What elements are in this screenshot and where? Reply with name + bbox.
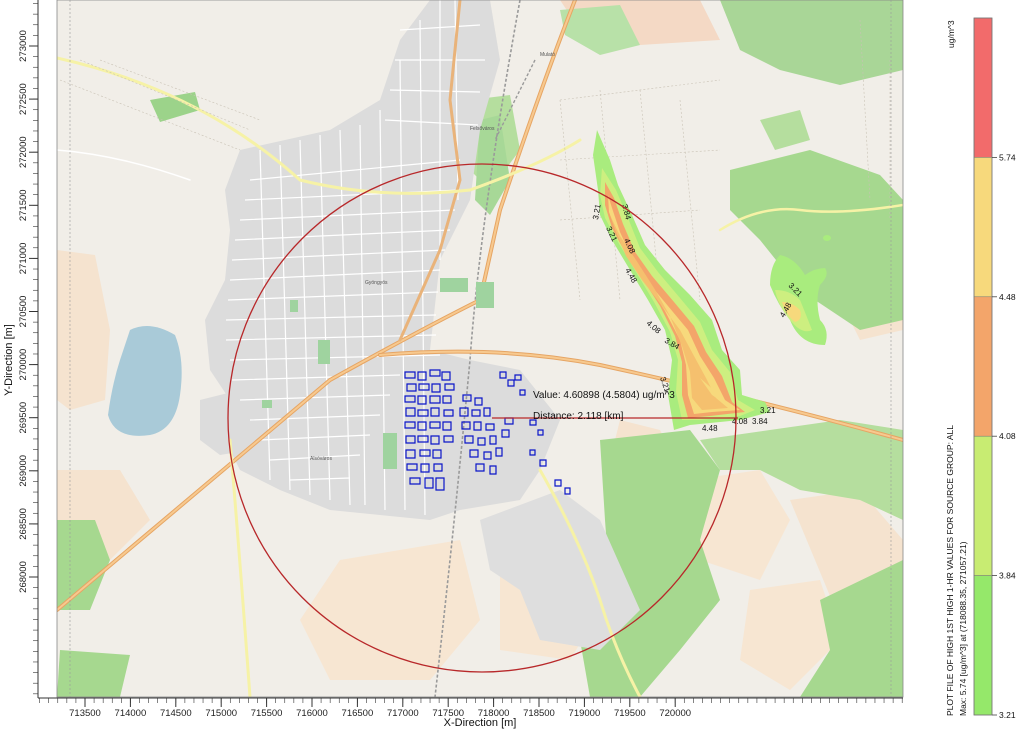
x-tick-label: 716000 xyxy=(296,708,328,719)
x-tick-label: 720000 xyxy=(659,708,691,719)
y-tick-label: 271500 xyxy=(18,189,29,221)
y-tick-label: 271000 xyxy=(18,243,29,275)
legend-title: PLOT FILE OF HIGH 1ST HIGH 1-HR VALUES F… xyxy=(945,425,955,716)
y-tick-label: 272500 xyxy=(18,83,29,115)
town-label-gyongyos: Gyöngyös xyxy=(365,280,388,286)
town-label-mulato: Mulató xyxy=(540,52,555,58)
x-tick-label: 714500 xyxy=(160,708,192,719)
x-tick-label: 715500 xyxy=(251,708,283,719)
contour-label-321-d: 3.21 xyxy=(760,406,776,415)
legend-level-label: 4.08 xyxy=(999,431,1016,441)
x-tick-label: 719500 xyxy=(614,708,646,719)
legend-level-label: 3.84 xyxy=(999,571,1016,581)
y-tick-label: 273000 xyxy=(18,30,29,62)
town-label-alsovaros: Alsóváros xyxy=(310,456,332,462)
legend-max: Max: 5.74 [ug/m^3] at (718088.35, 271057… xyxy=(958,541,968,716)
legend-band xyxy=(973,435,993,576)
x-tick-label: 718500 xyxy=(523,708,555,719)
y-tick-label: 269500 xyxy=(18,402,29,434)
map-figure: Gyöngyös Felsőváros Alsóváros Mulató 3.2… xyxy=(3,0,1016,729)
x-tick-label: 714000 xyxy=(115,708,147,719)
x-axis: 713500 714000 714500 715000 715500 716000 7165… xyxy=(38,697,903,729)
contour-label-448-b: 4.48 xyxy=(702,424,718,433)
x-tick-label: 717000 xyxy=(387,708,419,719)
y-axis-title: Y-Direction [m] xyxy=(3,324,15,396)
y-tick-label: 269000 xyxy=(18,455,29,487)
legend-band xyxy=(973,575,993,716)
x-tick-label: 713500 xyxy=(69,708,101,719)
legend: ug/m^3 5.74 4.48 4.08 3.84 3.21 PLOT FILE OF… xyxy=(945,17,1016,720)
town-label-felsovaros: Felsőváros xyxy=(470,126,495,132)
map-area[interactable]: Gyöngyös Felsőváros Alsóváros Mulató 3.2… xyxy=(57,0,903,697)
y-axis: 273000 272500 272000 271500 271000 270500 2700… xyxy=(3,0,39,698)
legend-band xyxy=(973,17,993,158)
legend-level-label: 3.21 xyxy=(999,710,1016,720)
legend-unit: ug/m^3 xyxy=(946,20,956,48)
y-tick-label: 270500 xyxy=(18,296,29,328)
legend-band xyxy=(973,296,993,437)
legend-level-label: 4.48 xyxy=(999,292,1016,302)
contour-label-384-c: 3.84 xyxy=(752,417,768,426)
probe-value-label: Value: 4.60898 (4.5804) ug/m^3 xyxy=(533,390,675,401)
x-tick-label: 719000 xyxy=(569,708,601,719)
x-axis-title: X-Direction [m] xyxy=(444,717,517,729)
y-tick-label: 270000 xyxy=(18,349,29,381)
legend-band xyxy=(973,157,993,298)
legend-level-label: 5.74 xyxy=(999,152,1016,162)
y-tick-label: 268500 xyxy=(18,508,29,540)
y-tick-label: 268000 xyxy=(18,561,29,593)
x-tick-label: 716500 xyxy=(342,708,374,719)
y-tick-label: 272000 xyxy=(18,136,29,168)
x-tick-label: 715000 xyxy=(205,708,237,719)
probe-distance-label: Distance: 2.118 [km] xyxy=(533,411,624,422)
